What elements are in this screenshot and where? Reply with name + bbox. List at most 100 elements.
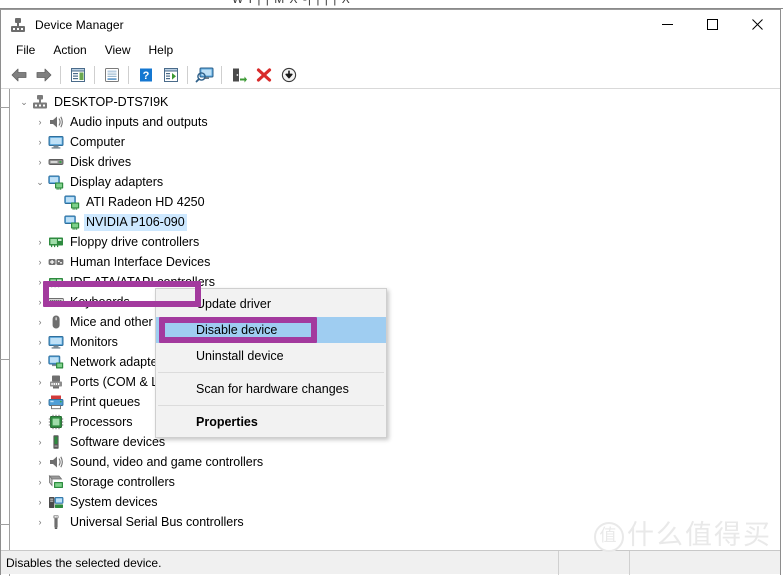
toolbar-separator-5 bbox=[221, 65, 222, 84]
tree-node-label: Keyboards bbox=[70, 295, 130, 309]
hid-icon bbox=[48, 254, 64, 270]
menu-bar: File Action View Help bbox=[1, 39, 780, 61]
tree-node-ide-ata-atapi-controllers[interactable]: › IDE ATA/ATAPI controllers bbox=[10, 272, 780, 292]
chevron-right-icon[interactable]: › bbox=[32, 137, 48, 147]
menu-view[interactable]: View bbox=[96, 41, 140, 60]
help-icon[interactable]: ? bbox=[133, 63, 158, 86]
context-menu-separator bbox=[158, 405, 384, 406]
show-hide-console-tree-icon[interactable] bbox=[65, 63, 90, 86]
chevron-right-icon[interactable]: › bbox=[32, 457, 48, 467]
tree-node-universal-serial-bus-controllers[interactable]: › Universal Serial Bus controllers bbox=[10, 512, 780, 532]
back-icon[interactable] bbox=[6, 63, 31, 86]
menu-file[interactable]: File bbox=[7, 41, 44, 60]
chevron-right-icon[interactable]: › bbox=[32, 157, 48, 167]
computer-root-icon bbox=[32, 94, 48, 110]
chevron-right-icon[interactable]: › bbox=[32, 257, 48, 267]
tree-node-label: Monitors bbox=[70, 335, 118, 349]
context-menu-item-update-driver[interactable]: Update driver bbox=[156, 291, 386, 317]
properties-icon[interactable] bbox=[99, 63, 124, 86]
tree-node-mice-and-other-pointing-devices[interactable]: ›Mice and other pointing devices bbox=[10, 312, 780, 332]
speaker-icon bbox=[48, 454, 64, 470]
forward-icon[interactable] bbox=[31, 63, 56, 86]
chevron-right-icon[interactable]: › bbox=[32, 417, 48, 427]
chevron-right-icon[interactable]: › bbox=[32, 357, 48, 367]
chevron-right-icon[interactable]: › bbox=[32, 277, 48, 287]
system-device-icon bbox=[48, 494, 64, 510]
chevron-right-icon[interactable]: › bbox=[32, 397, 48, 407]
content-area: ⌄ DESKTOP-DTS7I9K › Audio inputs and outp… bbox=[0, 89, 780, 576]
tree-node-print-queues[interactable]: › Print queues bbox=[10, 392, 780, 412]
tree-node-human-interface-devices[interactable]: › Human Interface Devices bbox=[10, 252, 780, 272]
tree-node-ati-radeon-hd-4250[interactable]: ATI Radeon HD 4250 bbox=[10, 192, 780, 212]
display-adapter-icon bbox=[64, 214, 80, 230]
tree-node-label: Software devices bbox=[70, 435, 166, 449]
tree-node-root[interactable]: ⌄ DESKTOP-DTS7I9K bbox=[10, 92, 780, 112]
display-adapter-icon bbox=[64, 194, 80, 210]
ide-controller-icon bbox=[48, 274, 64, 290]
tree-node-network-adapters[interactable]: › Network adapters bbox=[10, 352, 780, 372]
tree-node-disk-drives[interactable]: › Disk drives bbox=[10, 152, 780, 172]
status-divider-1 bbox=[558, 550, 559, 575]
toolbar-separator-1 bbox=[60, 65, 61, 84]
device-manager-icon bbox=[10, 17, 26, 33]
chevron-right-icon[interactable]: › bbox=[32, 517, 48, 527]
scan-for-hardware-changes-icon[interactable] bbox=[192, 63, 217, 86]
console-tree-splitter[interactable] bbox=[0, 89, 10, 576]
tree-node-keyboards[interactable]: › Keyboards bbox=[10, 292, 780, 312]
tree-node-floppy-drive-controllers[interactable]: › Floppy drive controllers bbox=[10, 232, 780, 252]
tree-node-monitors[interactable]: › Monitors bbox=[10, 332, 780, 352]
chevron-down-icon[interactable]: ⌄ bbox=[16, 97, 32, 108]
context-menu-item-properties[interactable]: Properties bbox=[156, 409, 386, 435]
chevron-right-icon[interactable]: › bbox=[32, 497, 48, 507]
tree-node-storage-controllers[interactable]: › Storage controllers bbox=[10, 472, 780, 492]
tree-children: › Audio inputs and outputs › Computer › Disk … bbox=[10, 112, 780, 532]
tree-node-label: IDE ATA/ATAPI controllers bbox=[70, 275, 215, 289]
update-driver-icon[interactable] bbox=[226, 63, 251, 86]
menu-action[interactable]: Action bbox=[44, 41, 95, 60]
mouse-icon bbox=[48, 314, 64, 330]
chevron-right-icon[interactable]: › bbox=[32, 317, 48, 327]
menu-help[interactable]: Help bbox=[140, 41, 183, 60]
tree-node-label: Storage controllers bbox=[70, 475, 175, 489]
context-menu-item-scan-for-hardware-changes[interactable]: Scan for hardware changes bbox=[156, 376, 386, 402]
tree-node-system-devices[interactable]: › System devices bbox=[10, 492, 780, 512]
minimize-button[interactable] bbox=[645, 10, 690, 39]
close-button[interactable] bbox=[735, 10, 780, 39]
window-controls bbox=[645, 10, 780, 39]
processor-icon bbox=[48, 414, 64, 430]
tree-node-display-adapters[interactable]: ⌄ Display adapters bbox=[10, 172, 780, 192]
chevron-right-icon[interactable]: › bbox=[32, 377, 48, 387]
chevron-down-icon[interactable]: ⌄ bbox=[32, 177, 48, 188]
tree-node-processors[interactable]: › Processors bbox=[10, 412, 780, 432]
uninstall-device-icon[interactable] bbox=[251, 63, 276, 86]
maximize-button[interactable] bbox=[690, 10, 735, 39]
tree-node-audio-inputs-and-outputs[interactable]: › Audio inputs and outputs bbox=[10, 112, 780, 132]
context-menu[interactable]: Update driver Disable device Uninstall dev… bbox=[155, 288, 387, 438]
tree-node-sound-video-and-game-controllers[interactable]: › Sound, video and game controllers bbox=[10, 452, 780, 472]
svg-text:?: ? bbox=[142, 70, 149, 82]
tree-node-ports-com-lpt[interactable]: › Ports (COM & LPT) bbox=[10, 372, 780, 392]
splitter-grip-top bbox=[0, 107, 9, 108]
tree-node-label: DESKTOP-DTS7I9K bbox=[54, 95, 169, 109]
tree-node-label: Floppy drive controllers bbox=[70, 235, 200, 249]
show-hide-action-pane-icon[interactable] bbox=[158, 63, 183, 86]
chevron-right-icon[interactable]: › bbox=[32, 237, 48, 247]
tree-node-nvidia-p106-090[interactable]: NVIDIA P106-090 bbox=[10, 212, 780, 232]
tree-node-software-devices[interactable]: › Software devices bbox=[10, 432, 780, 452]
context-menu-item-uninstall-device[interactable]: Uninstall device bbox=[156, 343, 386, 369]
chevron-right-icon[interactable]: › bbox=[32, 337, 48, 347]
splitter-grip-mid bbox=[0, 359, 9, 360]
background-window-strip: W I | | M X -| | | | X bbox=[0, 0, 783, 9]
chevron-right-icon[interactable]: › bbox=[32, 117, 48, 127]
chevron-right-icon[interactable]: › bbox=[32, 297, 48, 307]
tree-node-label: Disk drives bbox=[70, 155, 132, 169]
tree-node-computer[interactable]: › Computer bbox=[10, 132, 780, 152]
disable-device-icon[interactable] bbox=[276, 63, 301, 86]
display-adapter-icon bbox=[48, 174, 64, 190]
device-tree[interactable]: ⌄ DESKTOP-DTS7I9K › Audio inputs and outp… bbox=[10, 89, 780, 576]
tree-node-label: Universal Serial Bus controllers bbox=[70, 515, 244, 529]
context-menu-item-disable-device[interactable]: Disable device bbox=[156, 317, 386, 343]
printer-icon bbox=[48, 394, 64, 410]
chevron-right-icon[interactable]: › bbox=[32, 477, 48, 487]
chevron-right-icon[interactable]: › bbox=[32, 437, 48, 447]
